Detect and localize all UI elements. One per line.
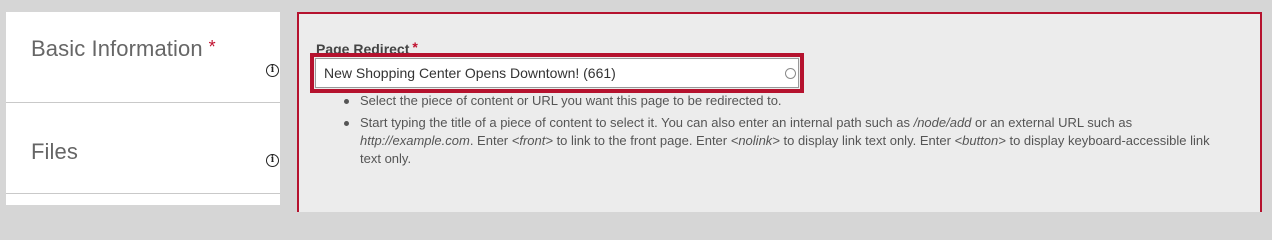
- autocomplete-throbber-icon: [785, 68, 796, 79]
- vertical-tab-pane: Page Redirect* Select the piece of conte…: [297, 12, 1262, 212]
- info-circle-icon[interactable]: i: [266, 154, 279, 167]
- help-item: Select the piece of content or URL you w…: [342, 92, 1222, 110]
- vertical-tab-label: Basic Information *: [31, 36, 216, 61]
- field-description: Select the piece of content or URL you w…: [342, 92, 1222, 168]
- vertical-tabs-menu: Basic Information * i Files i: [6, 12, 280, 205]
- required-marker: *: [208, 37, 216, 57]
- node-edit-form: Basic Information * i Files i Page Redire…: [0, 0, 1272, 212]
- vertical-tab-basic-information[interactable]: Basic Information * i: [6, 12, 280, 103]
- help-item: Start typing the title of a piece of con…: [342, 114, 1222, 168]
- page-redirect-input[interactable]: [315, 58, 799, 88]
- vertical-tab-files[interactable]: Files i: [6, 103, 280, 194]
- vertical-tab-label: Files: [31, 139, 78, 164]
- info-circle-icon[interactable]: i: [266, 64, 279, 77]
